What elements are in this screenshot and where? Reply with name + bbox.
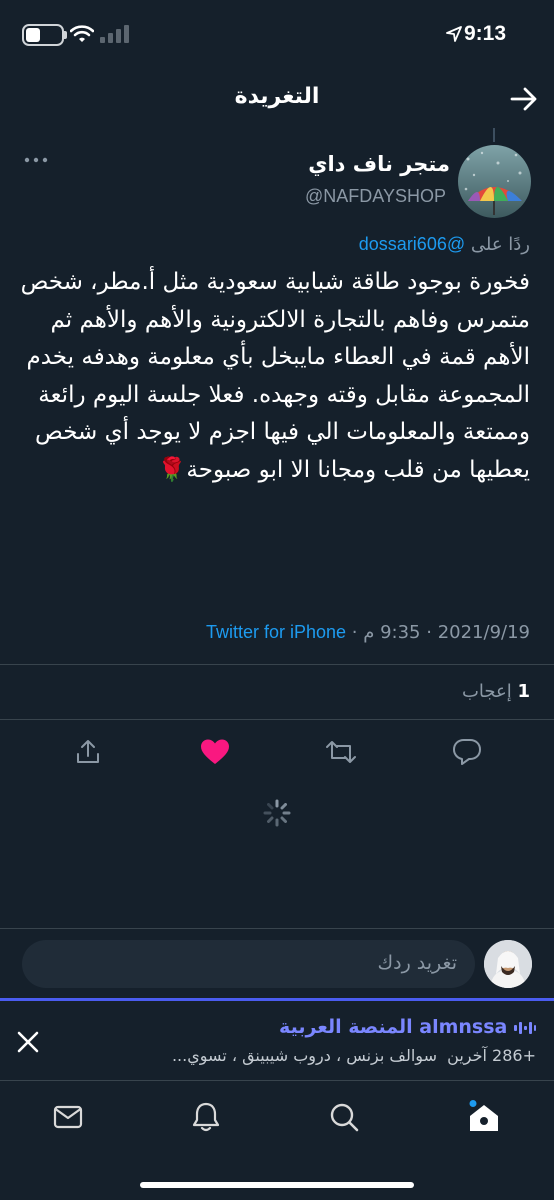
space-title[interactable]: almnssa المنصة العربية [279,1016,536,1038]
divider [0,664,554,665]
reply-input[interactable]: تغريد ردك [22,940,475,988]
divider [0,1080,554,1081]
share-icon [77,740,99,763]
retweet-button[interactable] [323,734,359,770]
display-name[interactable]: متجر ناف داي [308,152,450,176]
divider [0,928,554,929]
tweet-time: 9:35 م [363,622,421,643]
reply-mention-link[interactable]: @dossari606 [359,234,465,254]
cellular-signal-icon [100,25,129,43]
bell-icon [192,1102,220,1132]
status-time: 9:13 [464,22,507,45]
mail-icon [53,1105,83,1129]
home-icon [469,1100,498,1131]
nav-messages[interactable] [51,1100,85,1134]
likes-label: إعجاب [461,681,512,702]
user-handle: @NAFDAYSHOP [305,186,446,206]
battery-icon [22,24,64,46]
search-icon [330,1103,359,1132]
nav-notifications[interactable] [189,1100,223,1134]
close-icon[interactable] [14,1028,42,1056]
nav-home[interactable] [467,1100,501,1134]
user-avatar[interactable] [484,940,532,988]
live-audio-icon [507,1016,536,1038]
tweet-date: 2021/9/19 [437,622,530,643]
reply-button[interactable] [449,734,485,770]
nav-search[interactable] [327,1100,361,1134]
space-topics: سوالف بزنس ، دروب شيبينق ، تسوي... [171,1046,437,1065]
space-title-text: almnssa المنصة العربية [279,1016,508,1038]
share-button[interactable] [70,734,106,770]
reply-prefix: ردًا على [470,234,530,255]
meta-separator: · [351,622,358,643]
arrow-right-icon[interactable] [510,86,538,112]
home-indicator [140,1182,414,1188]
retweet-icon [326,741,356,763]
replying-to: ردًا على @dossari606 [359,234,530,255]
page-title: التغريدة [234,84,320,109]
likes-count[interactable]: 1 إعجاب [462,681,530,702]
reply-icon [453,739,481,765]
more-dots-icon[interactable] [24,156,48,164]
tweet-source-link[interactable]: Twitter for iPhone [206,622,346,642]
spaces-bar[interactable] [0,998,554,1080]
wifi-icon [70,25,94,42]
tweet-text: فخورة بوجود طاقة شبابية سعودية مثل أ.مطر… [20,269,530,483]
tweet-meta: 2021/9/19 · 9:35 م · Twitter for iPhone [206,622,530,643]
battery-tip [64,31,67,39]
location-arrow-icon [446,26,462,42]
divider [0,719,554,720]
like-button[interactable] [197,734,233,770]
heart-filled-icon [201,739,229,764]
space-listeners: +286 آخرين [447,1046,536,1065]
loading-spinner-icon [263,799,291,827]
avatar[interactable] [458,145,531,218]
space-subtitle: +286 آخرين سوالف بزنس ، دروب شيبينق ، تس… [172,1046,536,1065]
thread-line [493,128,495,142]
likes-number: 1 [517,681,530,702]
meta-separator: · [426,622,432,643]
